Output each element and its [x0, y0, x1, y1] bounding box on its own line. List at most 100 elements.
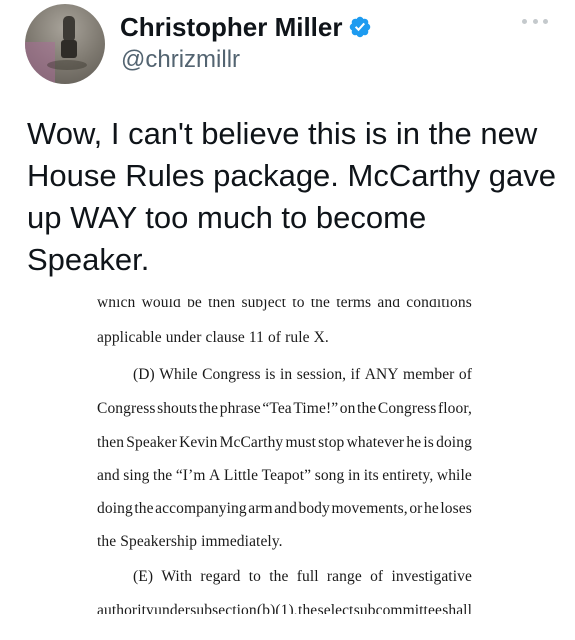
- document-word: rule: [285, 329, 310, 346]
- document-word: and: [97, 467, 120, 484]
- document-word: range: [326, 568, 362, 585]
- document-word: which: [97, 294, 136, 311]
- document-word: in: [347, 467, 361, 484]
- tweet-text-line: House Rules package. McCarthy gave: [27, 158, 556, 193]
- document-word: whatever: [346, 434, 405, 451]
- document-word: subcommittee: [353, 602, 442, 619]
- tweet-text-line: Speaker.: [27, 242, 150, 277]
- more-options-icon[interactable]: [522, 14, 548, 28]
- document-word: doing: [436, 434, 472, 451]
- document-line: authority under subsection (b)(1), the select…: [97, 602, 472, 619]
- document-line: (E) With regard to the full range of investigati…: [133, 568, 472, 586]
- document-image[interactable]: which would be then subject to the terms and cond…: [0, 284, 575, 640]
- document-word: and: [274, 500, 297, 517]
- document-word: the: [357, 400, 377, 417]
- document-word: immediately.: [201, 533, 283, 550]
- document-word: under: [165, 329, 202, 346]
- tweet-card: Christopher Miller @chrizmillr Wow, I ca…: [0, 0, 575, 640]
- document-word: must: [285, 434, 316, 451]
- document-word: clause: [205, 329, 245, 346]
- document-word: to: [292, 294, 305, 311]
- tweet-text-line: up WAY too much to become: [27, 200, 427, 235]
- document-word: then: [208, 294, 236, 311]
- avatar-figure-body: [63, 16, 75, 42]
- document-word: movements,: [331, 500, 408, 517]
- more-dot: [543, 18, 548, 24]
- document-word: Congress: [97, 400, 156, 417]
- document-word: “I’m: [175, 467, 206, 484]
- document-word: song: [314, 467, 345, 484]
- document-line: applicable under clause 11 of rule X.: [97, 329, 472, 347]
- document-word: be: [187, 294, 202, 311]
- document-line: doing the accompanying arm and body movements,…: [97, 500, 472, 518]
- document-line: then Speaker Kevin McCarthy must stop whatever…: [97, 434, 472, 452]
- document-word: Speaker: [126, 434, 177, 451]
- document-line: which would be then subject to the terms and cond…: [97, 294, 472, 312]
- document-line: and sing the “I’m A Little Teapot” song in its ent…: [97, 467, 472, 485]
- document-word: session,: [296, 366, 347, 383]
- document-word: and: [377, 294, 401, 311]
- document-word: sing: [123, 467, 150, 484]
- document-word: While: [159, 366, 198, 383]
- author-display-name[interactable]: Christopher Miller: [120, 12, 342, 43]
- document-word: Congress: [377, 400, 437, 417]
- document-word: member: [403, 366, 455, 383]
- document-word: stop: [318, 434, 345, 451]
- document-word: subject: [241, 294, 287, 311]
- document-word: then: [97, 434, 125, 451]
- document-word: investigative: [391, 568, 472, 585]
- document-word: the: [298, 602, 318, 619]
- document-word: if: [350, 366, 361, 383]
- document-word: he: [424, 500, 439, 517]
- document-word: to: [248, 568, 262, 585]
- document-word: accompanying: [155, 500, 247, 517]
- document-word: would: [141, 294, 181, 311]
- document-word: on: [339, 400, 356, 417]
- tweet-text: Wow, I can't believe this is in the new …: [27, 113, 557, 281]
- document-word: select: [317, 602, 354, 619]
- document-word: terms: [336, 294, 372, 311]
- document-word: authority: [97, 602, 154, 619]
- document-word: entirety,: [382, 467, 434, 484]
- document-word: regard: [200, 568, 241, 585]
- avatar-figure-legs: [61, 40, 77, 58]
- document-word: Speakership: [120, 533, 198, 550]
- document-word: floor,: [437, 400, 472, 417]
- document-word: the: [198, 400, 219, 417]
- document-word: (D): [133, 366, 155, 383]
- verified-badge-icon: [350, 16, 371, 38]
- document-word: A: [209, 467, 221, 484]
- document-word: subsection: [190, 602, 257, 619]
- document-word: (E): [133, 568, 154, 585]
- document-word: of: [458, 366, 472, 383]
- document-word: arm: [248, 500, 273, 517]
- document-line: Congress shouts the phrase “Tea Time!” on the Co…: [97, 400, 472, 418]
- document-word: while: [436, 467, 472, 484]
- document-word: X.: [313, 329, 329, 346]
- document-word: the: [97, 533, 117, 550]
- document-word: shall: [442, 602, 472, 619]
- author-handle[interactable]: @chrizmillr: [121, 46, 240, 74]
- document-word: in: [280, 366, 293, 383]
- document-word: the: [310, 294, 331, 311]
- document-word: or: [409, 500, 423, 517]
- document-word: full: [296, 568, 319, 585]
- document-word: “Tea: [262, 400, 292, 417]
- document-word: of: [267, 329, 282, 346]
- document-word: ANY: [364, 366, 399, 383]
- document-word: shouts: [157, 400, 198, 417]
- document-word: applicable: [97, 329, 162, 346]
- more-dot: [532, 18, 538, 24]
- document-word: of: [370, 568, 384, 585]
- document-word: Teapot”: [261, 467, 312, 484]
- avatar[interactable]: [25, 4, 105, 84]
- document-word: body: [298, 500, 330, 517]
- document-word: the: [153, 467, 173, 484]
- document-word: he: [406, 434, 422, 451]
- avatar-figure-shadow: [47, 60, 87, 70]
- more-dot: [522, 18, 527, 24]
- tweet-text-line: Wow, I can't believe this is in the new: [27, 116, 538, 151]
- document-word: conditions: [406, 294, 472, 311]
- document-word: With: [161, 568, 193, 585]
- document-word: its: [363, 467, 379, 484]
